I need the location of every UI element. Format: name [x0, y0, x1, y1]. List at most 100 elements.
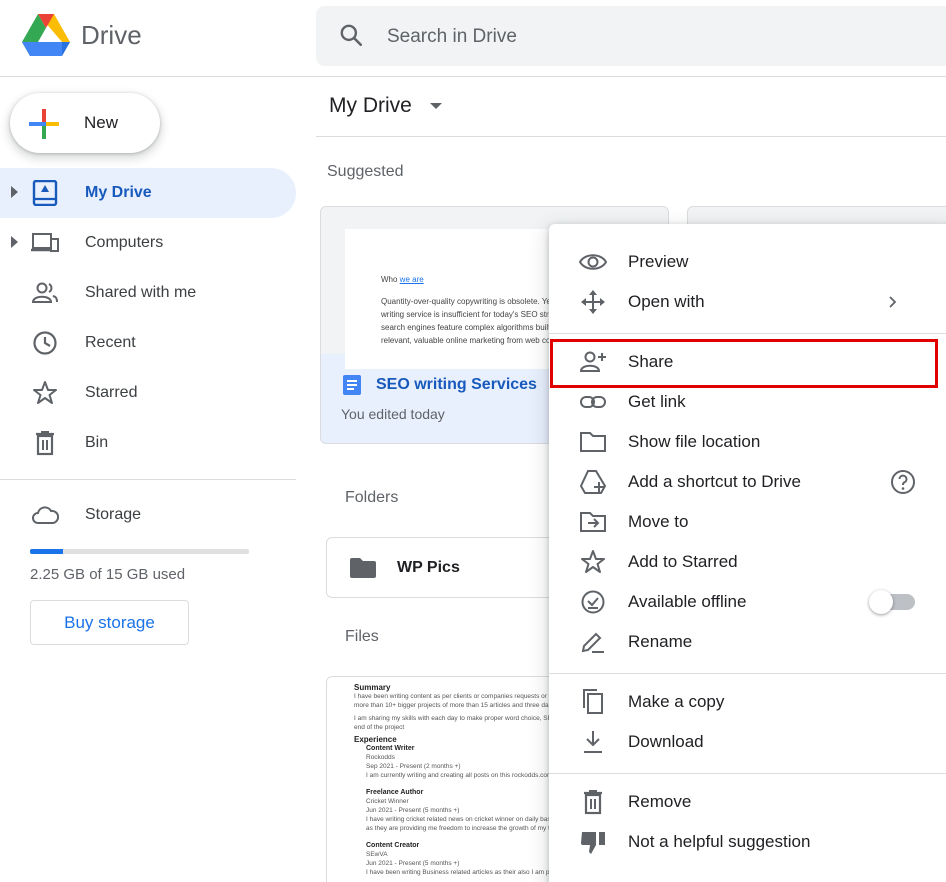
sidebar-item-my-drive[interactable]: My Drive [0, 168, 296, 218]
job-title: Content Creator [366, 842, 420, 849]
menu-item-label: Add to Starred [628, 552, 738, 571]
preview-heading-link: we are [399, 275, 424, 284]
title-dropdown-icon[interactable] [430, 103, 442, 109]
move-arrows-icon [581, 290, 605, 314]
menu-item-label: Rename [628, 632, 693, 651]
menu-item-label: Add a shortcut to Drive [628, 472, 801, 491]
drive-logo-icon[interactable] [22, 14, 70, 58]
menu-item-remove[interactable]: Remove [549, 782, 946, 822]
file-card[interactable]: Summary I have been writing content as p… [326, 676, 566, 882]
trash-icon [36, 431, 54, 456]
shared-icon [31, 282, 58, 303]
menu-item-label: Make a copy [628, 692, 725, 711]
summary-line: more than 10+ bigger projects of more th… [354, 702, 566, 709]
experience-heading: Experience [354, 735, 397, 744]
job-dates: Sep 2021 - Present (2 months +) [366, 763, 461, 770]
menu-item-move-to[interactable]: Move to [549, 502, 946, 542]
menu-divider [549, 673, 946, 674]
search-icon[interactable] [338, 22, 364, 48]
job-company: Cricket Winner [366, 798, 409, 805]
link-icon [580, 396, 606, 408]
job-dates: Jun 2021 - Present (5 months +) [366, 860, 460, 867]
sidebar-item-storage[interactable]: Storage [0, 490, 296, 540]
sidebar-item-label: Starred [85, 384, 138, 401]
menu-item-label: Download [628, 732, 704, 751]
share-highlight-box [550, 339, 938, 388]
menu-item-show-file-location[interactable]: Show file location [549, 422, 946, 462]
job-company: SEwVA [366, 851, 388, 858]
move-to-icon [580, 512, 606, 532]
sidebar-item-label: Recent [85, 334, 136, 351]
job-company: Rockodds [366, 754, 395, 761]
buy-storage-label: Buy storage [64, 613, 155, 632]
menu-item-download[interactable]: Download [549, 722, 946, 762]
sidebar-item-label: Bin [85, 434, 109, 451]
top-header: Drive Search in Drive [0, 0, 946, 77]
menu-item-preview[interactable]: Preview [549, 242, 946, 282]
menu-item-label: Move to [628, 512, 689, 531]
job-title: Content Writer [366, 745, 415, 752]
summary-line: I have been writing content as per clien… [354, 693, 566, 700]
job-desc: I am currently writing and creating all … [366, 772, 566, 779]
clock-icon [33, 331, 57, 355]
my-drive-icon [32, 180, 58, 206]
sidebar-item-label: Shared with me [85, 284, 197, 301]
buy-storage-button[interactable]: Buy storage [30, 600, 189, 645]
folder-item[interactable]: WP Pics [326, 537, 566, 598]
menu-item-label: Preview [628, 252, 689, 271]
menu-divider [549, 773, 946, 774]
job-desc: I have been writing Business related art… [366, 869, 566, 876]
sidebar-item-computers[interactable]: Computers [0, 218, 296, 268]
file-activity: You edited today [341, 406, 445, 422]
suggested-heading: Suggested [327, 163, 404, 180]
expand-caret-icon[interactable] [11, 236, 18, 248]
menu-item-add-shortcut[interactable]: Add a shortcut to Drive [549, 462, 946, 502]
expand-caret-icon[interactable] [11, 186, 18, 198]
menu-item-rename[interactable]: Rename [549, 622, 946, 662]
menu-item-get-link[interactable]: Get link [549, 382, 946, 422]
folders-heading: Folders [345, 489, 399, 506]
sidebar-item-bin[interactable]: Bin [0, 418, 296, 468]
summary-line: I am sharing my skills with each day to … [354, 715, 566, 722]
star-icon [33, 381, 57, 404]
job-desc: as they are providing me freedom to incr… [366, 825, 564, 832]
job-dates: Jun 2021 - Present (5 months +) [366, 807, 460, 814]
menu-item-open-with[interactable]: Open with [549, 282, 946, 322]
context-menu: Preview Open with Share Get link Show fi… [549, 224, 946, 882]
trash-icon [584, 790, 602, 815]
menu-item-make-a-copy[interactable]: Make a copy [549, 682, 946, 722]
storage-progress-fill [30, 549, 63, 554]
help-icon[interactable] [889, 468, 917, 496]
drive-app: Drive Search in Drive New My Drive Compu… [0, 0, 946, 882]
download-icon [584, 731, 602, 753]
job-desc: I have writing cricket related news on c… [366, 816, 566, 823]
sidebar-item-label: Storage [85, 506, 142, 523]
summary-line: end of the project [354, 724, 405, 731]
sidebar-item-label: My Drive [85, 184, 152, 201]
job-title: Freelance Author [366, 789, 424, 796]
folder-icon [580, 432, 606, 452]
folder-icon [350, 558, 376, 578]
menu-item-available-offline[interactable]: Available offline [549, 582, 946, 622]
menu-item-add-to-starred[interactable]: Add to Starred [549, 542, 946, 582]
offline-toggle[interactable] [869, 590, 915, 614]
search-input[interactable]: Search in Drive [387, 26, 517, 48]
page-title[interactable]: My Drive [329, 94, 412, 118]
preview-heading-text: Who [381, 275, 400, 284]
sidebar-item-shared-with-me[interactable]: Shared with me [0, 268, 296, 318]
sidebar-item-recent[interactable]: Recent [0, 318, 296, 368]
copy-icon [583, 689, 603, 714]
summary-heading: Summary [354, 683, 391, 692]
menu-item-label: Get link [628, 392, 686, 411]
sidebar-item-starred[interactable]: Starred [0, 368, 296, 418]
offline-icon [581, 590, 605, 614]
file-name: SEO writing Services [376, 376, 537, 393]
menu-item-label: Show file location [628, 432, 761, 451]
storage-usage-text: 2.25 GB of 15 GB used [30, 566, 186, 583]
menu-item-not-helpful[interactable]: Not a helpful suggestion [549, 822, 946, 862]
main-divider [316, 136, 946, 137]
plus-icon [29, 109, 59, 139]
new-button[interactable]: New [10, 93, 160, 153]
brand-name: Drive [81, 20, 142, 50]
search-bar[interactable]: Search in Drive [316, 6, 946, 66]
